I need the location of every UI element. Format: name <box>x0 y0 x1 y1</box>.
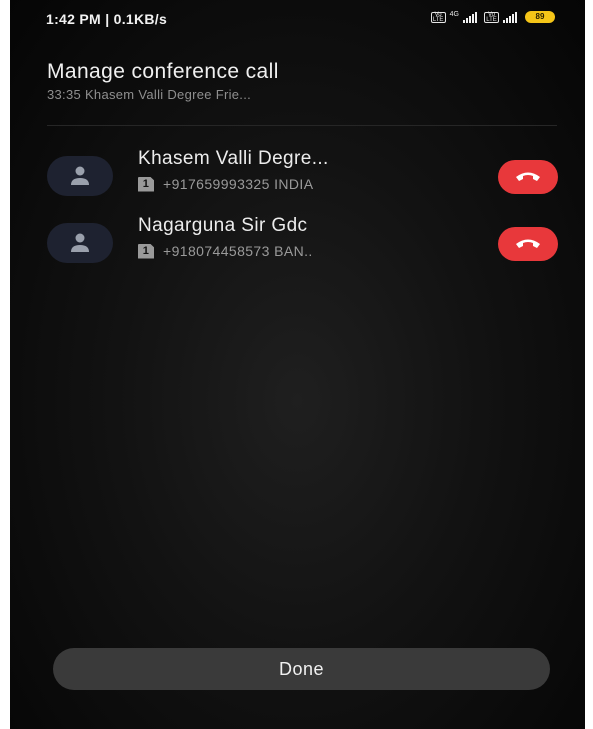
participant-row: Nagarguna Sir Gdc 1 +918074458573 BAN.. <box>10 215 585 275</box>
volte-icon: Vo LTE <box>430 11 446 23</box>
hangup-button[interactable] <box>498 160 558 194</box>
divider <box>47 125 557 126</box>
battery-icon: 89 <box>525 11 555 23</box>
person-icon <box>71 166 89 185</box>
call-duration-subtitle: 33:35 Khasem Valli Degree Frie... <box>47 87 252 102</box>
end-call-icon <box>516 239 540 248</box>
status-icons: Vo LTE 4G Vo LTE 89 <box>430 10 555 23</box>
avatar <box>47 156 113 196</box>
volte-icon-sim2: Vo LTE <box>484 11 499 23</box>
participant-name: Nagarguna Sir Gdc <box>138 215 308 236</box>
participant-detail: 1 +917659993325 INDIA <box>138 176 313 192</box>
network-type-label: 4G <box>449 10 459 18</box>
hangup-button[interactable] <box>498 227 558 261</box>
done-button[interactable]: Done <box>53 648 550 690</box>
status-bar: 1:42 PM | 0.1KB/s Vo LTE 4G Vo LTE 89 <box>10 0 585 40</box>
participant-number: +918074458573 BAN.. <box>163 243 313 259</box>
end-call-icon <box>516 172 540 181</box>
header: Manage conference call 33:35 Khasem Vall… <box>47 60 279 102</box>
participant-row: Khasem Valli Degre... 1 +917659993325 IN… <box>10 148 585 208</box>
status-time: 1:42 PM | 0.1KB/s <box>46 11 168 27</box>
person-icon <box>71 233 89 252</box>
sim-card-icon: 1 <box>138 243 154 259</box>
participant-detail: 1 +918074458573 BAN.. <box>138 243 313 259</box>
call-screen: 1:42 PM | 0.1KB/s Vo LTE 4G Vo LTE 89 Ma… <box>10 0 585 729</box>
avatar <box>47 223 113 263</box>
page-title: Manage conference call <box>47 60 279 83</box>
participant-number: +917659993325 INDIA <box>163 176 314 192</box>
participant-name: Khasem Valli Degre... <box>138 148 329 169</box>
signal-strength-icon <box>463 11 477 23</box>
sim-card-icon: 1 <box>138 176 154 192</box>
signal-strength-icon-sim2 <box>503 11 517 23</box>
